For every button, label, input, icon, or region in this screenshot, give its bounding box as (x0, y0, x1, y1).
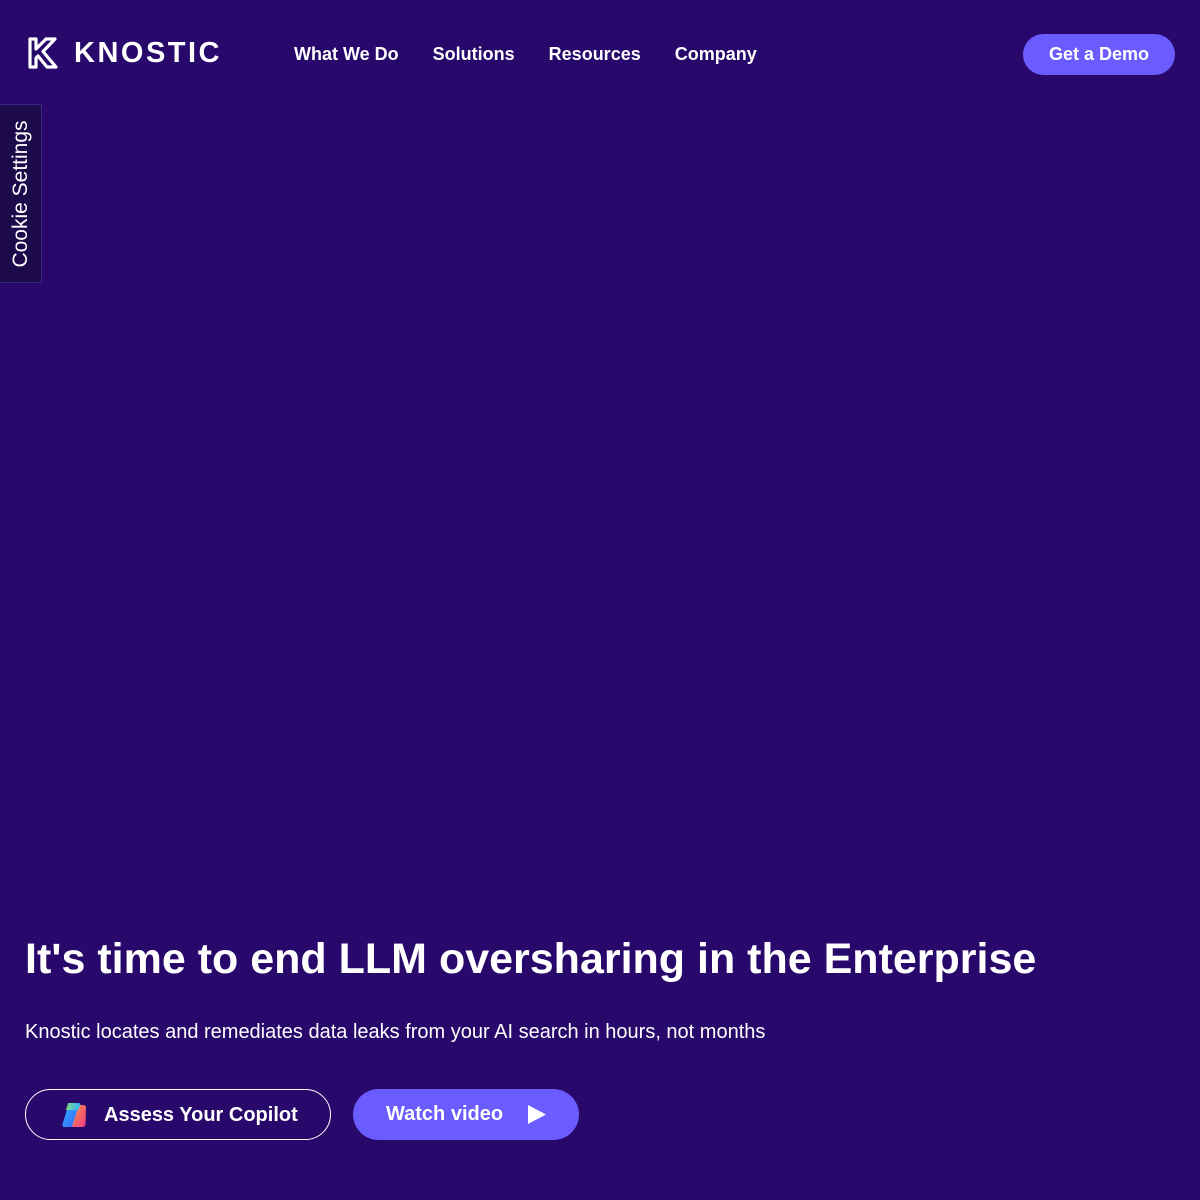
nav-item-resources[interactable]: Resources (549, 40, 641, 68)
assess-your-copilot-button[interactable]: Assess Your Copilot (25, 1089, 331, 1140)
cookie-settings-label: Cookie Settings (9, 120, 32, 268)
hero-subtitle: Knostic locates and remediates data leak… (25, 1021, 766, 1043)
nav-item-solutions[interactable]: Solutions (433, 40, 515, 68)
hero-title: It's time to end LLM oversharing in the … (25, 935, 1037, 983)
cookie-settings-tab[interactable]: Cookie Settings (0, 104, 42, 283)
watch-video-button[interactable]: Watch video (353, 1089, 579, 1140)
site-header: KNOSTIC What We Do Solutions Resources C… (0, 0, 1200, 108)
knostic-logo-icon (28, 37, 58, 69)
nav-item-company[interactable]: Company (675, 40, 757, 68)
get-a-demo-button[interactable]: Get a Demo (1023, 34, 1175, 75)
copilot-icon (62, 1103, 86, 1127)
assess-your-copilot-label: Assess Your Copilot (104, 1104, 298, 1126)
watch-video-label: Watch video (386, 1103, 504, 1125)
play-icon (528, 1105, 546, 1124)
nav-item-what-we-do[interactable]: What We Do (294, 40, 399, 68)
main-nav: What We Do Solutions Resources Company (294, 40, 791, 68)
logo-link[interactable]: KNOSTIC (26, 36, 222, 70)
page: KNOSTIC What We Do Solutions Resources C… (0, 0, 1200, 1200)
logo-text: KNOSTIC (74, 37, 222, 69)
